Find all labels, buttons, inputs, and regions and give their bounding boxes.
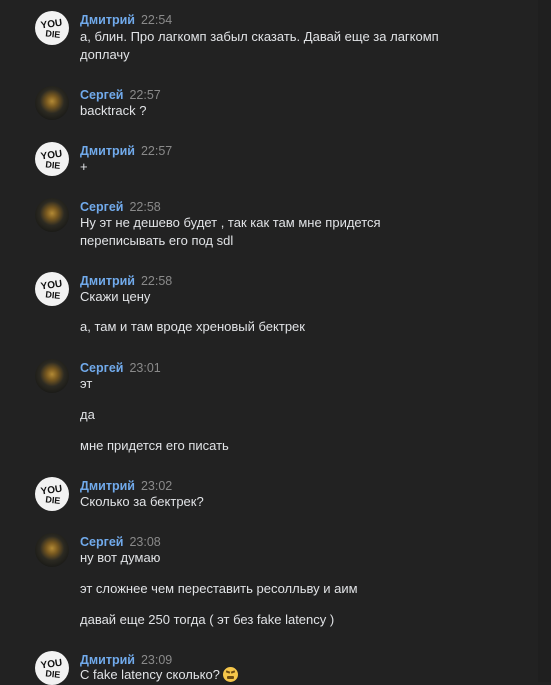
author-name[interactable]: Дмитрий (80, 144, 135, 158)
message-time[interactable]: 22:58 (141, 274, 172, 288)
svg-text:DIE: DIE (45, 668, 61, 680)
avatar[interactable]: YOU DIE (35, 11, 69, 45)
message-text: Скажи цену (80, 289, 151, 304)
youdie-logo-icon: YOU DIE (40, 279, 63, 301)
message-time[interactable]: 22:54 (141, 13, 172, 27)
message-text: а, там и там вроде хреновый бектрек (80, 319, 305, 334)
youdie-logo-icon: YOU DIE (40, 18, 63, 40)
avatar[interactable] (35, 533, 69, 567)
message-text: эт (80, 376, 93, 391)
message-text: доплачу (80, 47, 130, 62)
author-name[interactable]: Дмитрий (80, 653, 135, 667)
svg-text:DIE: DIE (45, 289, 61, 301)
message-text: + (80, 159, 88, 174)
message-time[interactable]: 22:57 (141, 144, 172, 158)
message-text: мне придется его писать (80, 438, 229, 453)
avatar[interactable]: YOU DIE (35, 272, 69, 306)
avatar[interactable]: YOU DIE (35, 477, 69, 511)
message-header: Дмитрий 22:54 (80, 11, 172, 29)
message-text: да (80, 407, 95, 422)
message-text: давай еще 250 тогда ( эт без fake latenc… (80, 612, 335, 627)
message-text: ну вот думаю (80, 550, 161, 565)
svg-text:DIE: DIE (45, 494, 61, 506)
message-time[interactable]: 23:08 (129, 535, 160, 549)
author-name[interactable]: Сергей (80, 361, 123, 375)
avatar[interactable] (35, 86, 69, 120)
author-name[interactable]: Дмитрий (80, 479, 135, 493)
message-text: эт сложнее чем переставить ресолльву и а… (80, 581, 358, 596)
message-time[interactable]: 23:09 (141, 653, 172, 667)
youdie-logo-icon: YOU DIE (40, 658, 63, 680)
message-text: а, блин. Про лагкомп забыл сказать. Дава… (80, 29, 439, 44)
message-time[interactable]: 23:02 (141, 479, 172, 493)
message-text: переписывать его под sdl (80, 233, 234, 248)
message-text: С fake latency сколько? (80, 666, 238, 684)
scrollbar[interactable] (538, 0, 551, 682)
avatar[interactable] (35, 198, 69, 232)
message-time[interactable]: 23:01 (129, 361, 160, 375)
author-name[interactable]: Сергей (80, 535, 123, 549)
message-time[interactable]: 22:57 (129, 88, 160, 102)
message-text-content: С fake latency сколько? (80, 667, 220, 682)
tired-face-emoji-icon (222, 667, 238, 682)
author-name[interactable]: Дмитрий (80, 13, 135, 27)
author-name[interactable]: Сергей (80, 200, 123, 214)
message-text: Ну эт не дешево будет , так как там мне … (80, 215, 381, 230)
svg-text:DIE: DIE (45, 159, 61, 171)
avatar[interactable]: YOU DIE (35, 142, 69, 176)
author-name[interactable]: Сергей (80, 88, 123, 102)
youdie-logo-icon: YOU DIE (40, 484, 63, 506)
message-text: backtrack ? (80, 103, 147, 118)
message-text: Сколько за бектрек? (80, 494, 204, 509)
avatar[interactable]: YOU DIE (35, 651, 69, 685)
youdie-logo-icon: YOU DIE (40, 149, 63, 171)
avatar[interactable] (35, 359, 69, 393)
message-time[interactable]: 22:58 (129, 200, 160, 214)
author-name[interactable]: Дмитрий (80, 274, 135, 288)
chat-history[interactable]: YOU DIE Дмитрий 22:54 а, блин. Про лагком… (0, 0, 538, 685)
message-header: Дмитрий 22:57 (80, 142, 172, 160)
svg-text:DIE: DIE (45, 28, 61, 40)
